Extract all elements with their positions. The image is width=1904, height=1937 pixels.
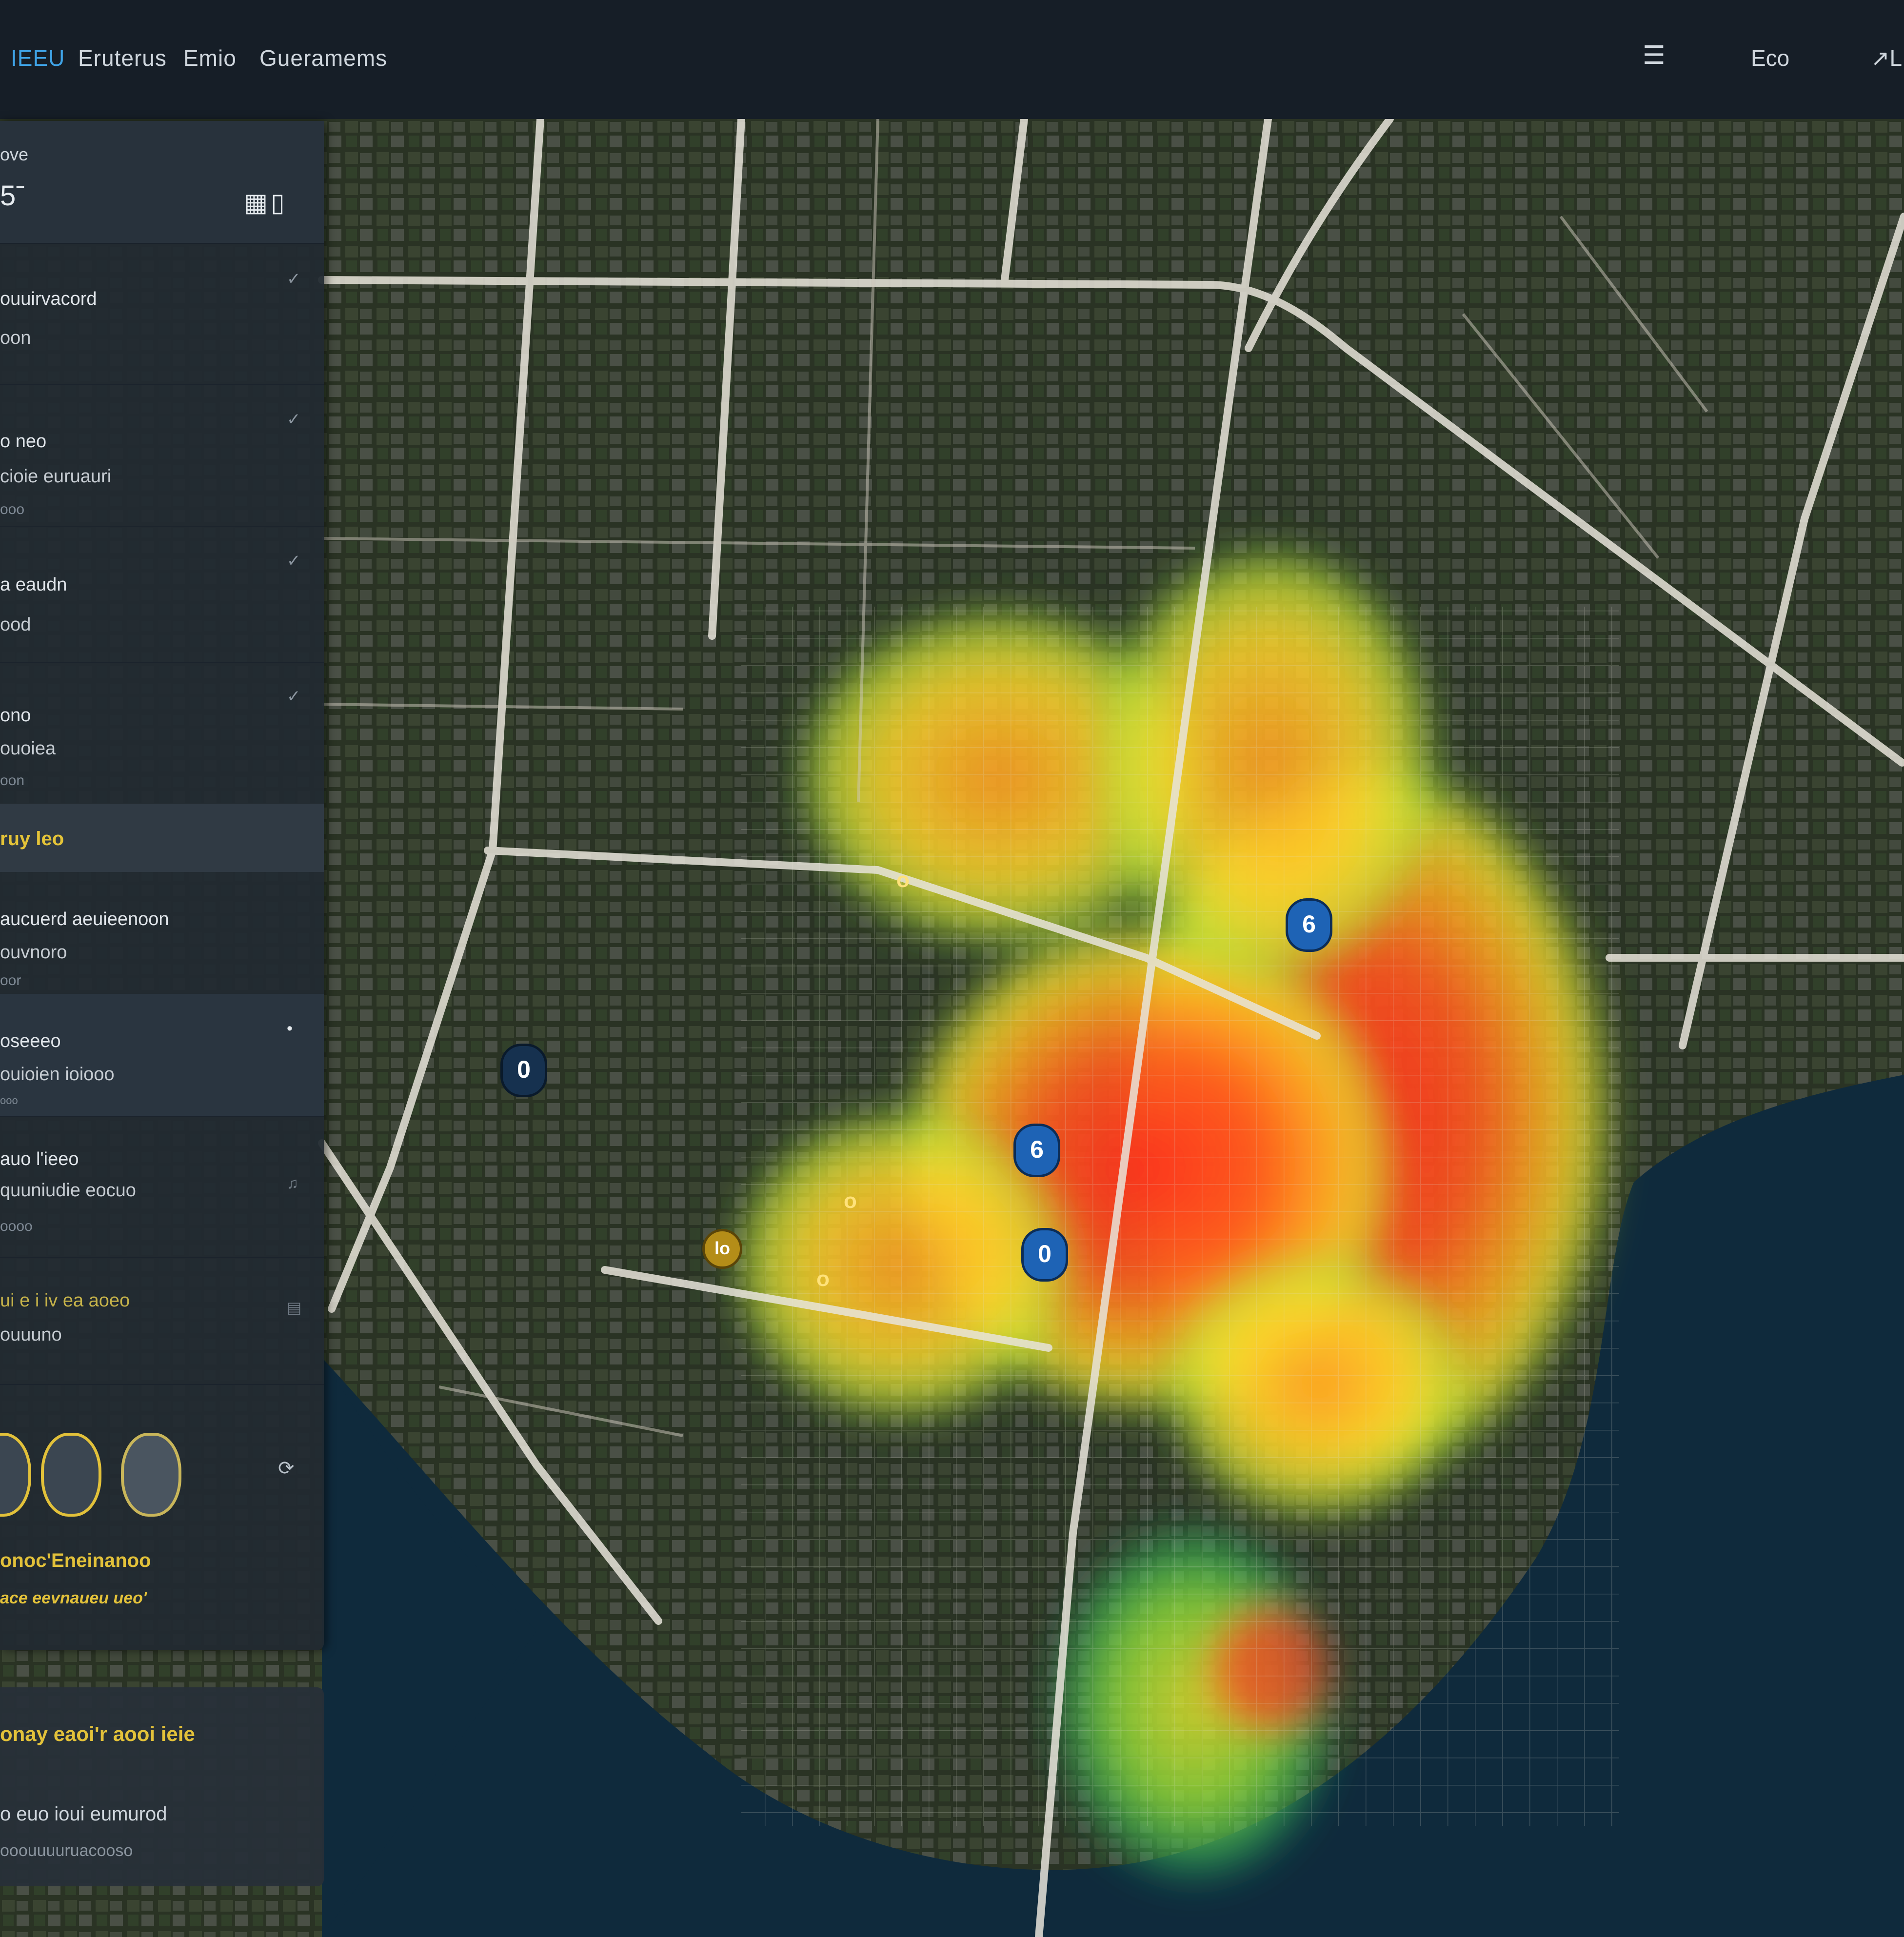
alert-meta: oooo xyxy=(0,1218,33,1234)
list-item-subtitle: ood xyxy=(0,614,31,635)
grid-icon[interactable]: ▦▯ xyxy=(244,188,288,217)
alert-item[interactable]: auo l'ieeo quuniudie eocuo oooo ♫ xyxy=(0,1116,324,1258)
map-pin-3[interactable]: 6 xyxy=(1013,1124,1060,1177)
list-item-title: ono xyxy=(0,705,31,726)
refresh-icon[interactable]: ⟳ xyxy=(278,1457,295,1480)
section-header: ruy leo xyxy=(0,804,324,872)
alert-title: aucuerd aeuieenoon xyxy=(0,909,169,929)
alert-subtitle: ouvnoro xyxy=(0,942,67,963)
summary-line: o euo ioui eumurod xyxy=(0,1803,167,1825)
sidebar-caption: ove xyxy=(0,144,29,164)
layers-icon[interactable]: ☰ xyxy=(1643,41,1666,70)
map-poi-1[interactable]: o xyxy=(896,868,910,892)
nav-tab-2[interactable]: Eruterus xyxy=(78,45,167,71)
list-item[interactable]: a eaudn ood ✓ xyxy=(0,526,324,663)
check-icon[interactable]: ✓ xyxy=(287,687,301,706)
list-item[interactable]: ouuirvacord oon ✓ xyxy=(0,243,324,385)
map-marker-yellow[interactable]: lo xyxy=(702,1229,742,1269)
sidebar-value: 5ˉ xyxy=(0,180,25,212)
section-label: ruy leo xyxy=(0,828,64,850)
list-item-title: a eaudn xyxy=(0,574,67,595)
nav-tab-active[interactable]: IEEU xyxy=(11,45,65,71)
list-item-title: o neo xyxy=(0,431,47,452)
check-icon[interactable]: ✓ xyxy=(287,410,301,429)
alert-title: oseeeo xyxy=(0,1031,61,1051)
music-icon[interactable]: ♫ xyxy=(287,1174,298,1192)
summary-sub: ooouuuuruacooso xyxy=(0,1841,133,1860)
list-item-meta: oon xyxy=(0,772,25,789)
map-poi-3[interactable]: o xyxy=(816,1267,830,1291)
alert-subtitle: quuniudie eocuo xyxy=(0,1180,136,1201)
alert-title: auo l'ieeo xyxy=(0,1149,79,1169)
list-item-title: ouuirvacord xyxy=(0,289,97,309)
check-icon[interactable]: ✓ xyxy=(287,269,301,289)
alert-subtitle: ouuuno xyxy=(0,1324,62,1345)
alert-meta: oor xyxy=(0,972,21,988)
yellow-caption: onoc'Eneinanoo xyxy=(0,1550,151,1571)
map-pin-2[interactable]: 0 xyxy=(500,1044,547,1097)
alert-item[interactable]: ui e i iv ea aoeo ouuuno ▤ xyxy=(0,1257,324,1385)
dot-icon: • xyxy=(287,1019,293,1038)
map-pin-4[interactable]: 0 xyxy=(1021,1228,1068,1282)
alert-item[interactable]: aucuerd aeuieenoon ouvnoro oor xyxy=(0,872,324,995)
avatar[interactable] xyxy=(121,1433,181,1517)
list-item[interactable]: o neo cioie euruauri ooo ✓ xyxy=(0,384,324,527)
sidebar-panel: ove 5ˉ ▦▯ ouuirvacord oon ✓ o neo cioie … xyxy=(0,121,324,1650)
list-item[interactable]: ono ouoiea oon ✓ xyxy=(0,662,324,805)
nav-tab-4[interactable]: Gueramems xyxy=(259,45,387,71)
alert-subtitle: ouioien ioiooo xyxy=(0,1064,115,1085)
check-icon[interactable]: ✓ xyxy=(287,551,301,571)
avatar[interactable] xyxy=(41,1433,101,1517)
summary-title: onay eaoi'r aooi ieie xyxy=(0,1722,195,1745)
list-item-subtitle: ouoiea xyxy=(0,738,56,759)
summary-card: onay eaoi'r aooi ieie o euo ioui eumurod… xyxy=(0,1687,324,1886)
eco-button[interactable]: Eco xyxy=(1751,45,1789,71)
sidebar-header: ove 5ˉ ▦▯ xyxy=(0,121,324,244)
nav-tab-3[interactable]: Emio xyxy=(183,45,237,71)
list-item-subtitle: oon xyxy=(0,328,31,348)
alert-item-selected[interactable]: oseeeo ouioien ioiooo ooo • xyxy=(0,994,324,1117)
list-item-meta: ooo xyxy=(0,501,25,517)
user-menu[interactable]: ↗L xyxy=(1871,45,1902,71)
list-item-subtitle: cioie euruauri xyxy=(0,466,112,487)
avatar[interactable] xyxy=(0,1433,31,1517)
menu-icon[interactable]: ▤ xyxy=(287,1298,301,1317)
yellow-subcaption: ace eevnaueu ueo' xyxy=(0,1589,147,1607)
map-pin-1[interactable]: 6 xyxy=(1286,898,1332,952)
map-poi-2[interactable]: o xyxy=(844,1189,857,1213)
top-navigation-bar: IEEU Eruterus Emio Gueramems ☰ Eco ↗L xyxy=(0,0,1904,120)
alert-title: ui e i iv ea aoeo xyxy=(0,1290,130,1311)
alert-meta: ooo xyxy=(0,1094,18,1107)
